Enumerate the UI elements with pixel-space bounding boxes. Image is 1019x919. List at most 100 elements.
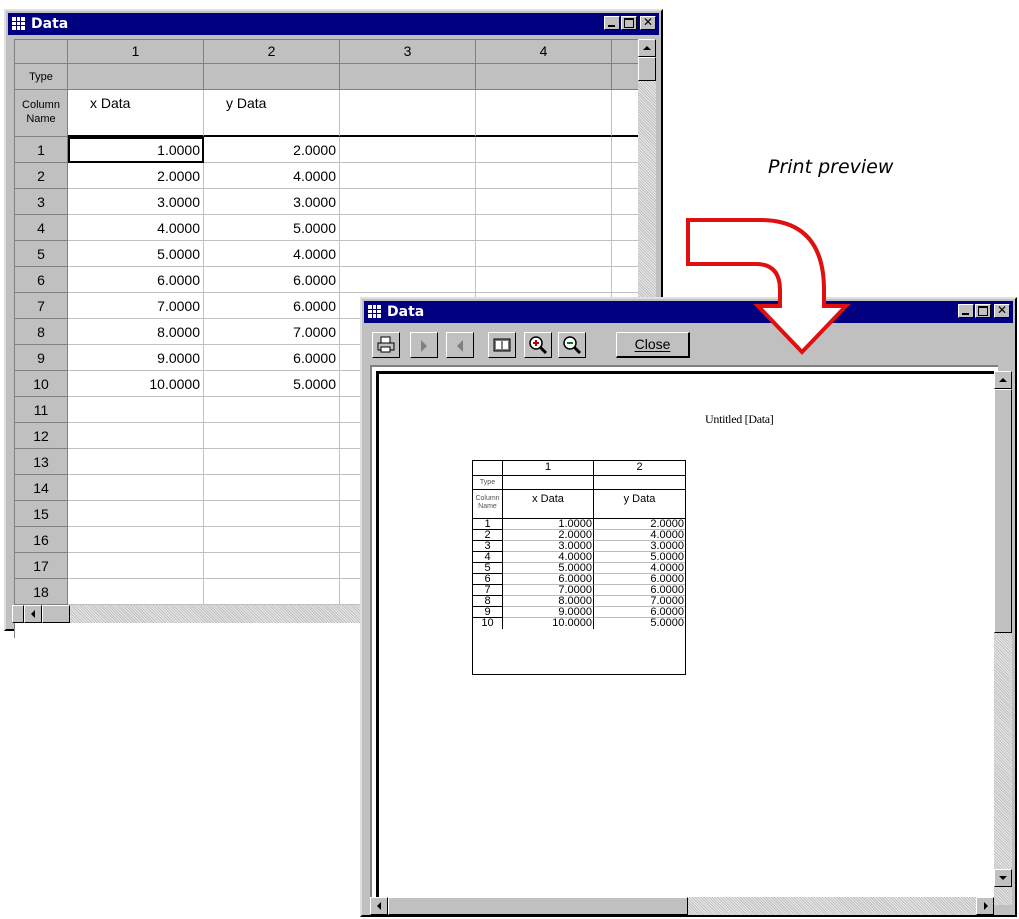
preview-scroll-up-button[interactable] <box>994 371 1012 389</box>
y-data-cell[interactable]: 6.0000 <box>204 293 340 319</box>
preview-vertical-scrollbar[interactable] <box>994 371 1012 905</box>
grid-cell[interactable] <box>476 189 612 215</box>
row-header[interactable]: 12 <box>15 423 68 449</box>
row-header[interactable]: 10 <box>15 371 68 397</box>
minimize-button[interactable] <box>604 16 620 30</box>
preview-scroll-left-button[interactable] <box>370 897 388 915</box>
grid-cell[interactable] <box>68 397 204 423</box>
horizontal-scroll-thumb[interactable] <box>12 605 24 623</box>
column-header-4[interactable]: 4 <box>476 40 612 64</box>
preview-scroll-right-button[interactable] <box>976 897 994 915</box>
two-page-button[interactable] <box>488 332 516 358</box>
grid-cell[interactable] <box>340 267 476 293</box>
preview-window-titlebar[interactable]: Data ✕ <box>364 301 1013 323</box>
grid-cell[interactable] <box>68 475 204 501</box>
grid-corner[interactable] <box>15 40 68 64</box>
grid-cell[interactable] <box>612 137 641 163</box>
y-data-cell[interactable]: 3.0000 <box>204 189 340 215</box>
previous-page-button[interactable] <box>446 332 474 358</box>
grid-cell[interactable] <box>476 241 612 267</box>
close-preview-button[interactable]: Close <box>616 332 690 358</box>
grid-cell[interactable] <box>340 215 476 241</box>
grid-cell[interactable] <box>68 423 204 449</box>
row-header[interactable]: 18 <box>15 579 68 605</box>
maximize-button[interactable] <box>621 16 637 30</box>
row-header[interactable]: 15 <box>15 501 68 527</box>
scroll-left-button[interactable] <box>24 605 42 623</box>
column-header-1[interactable]: 1 <box>68 40 204 64</box>
x-data-cell[interactable]: 2.0000 <box>68 163 204 189</box>
grid-cell[interactable] <box>476 137 612 163</box>
type-cell-1[interactable] <box>68 64 204 90</box>
y-data-cell[interactable]: 6.0000 <box>204 267 340 293</box>
grid-cell[interactable] <box>612 189 641 215</box>
print-button[interactable] <box>372 332 400 358</box>
column-header-5[interactable] <box>612 40 641 64</box>
y-data-cell[interactable]: 5.0000 <box>204 371 340 397</box>
grid-cell[interactable] <box>612 241 641 267</box>
x-data-cell[interactable]: 3.0000 <box>68 189 204 215</box>
row-header[interactable]: 17 <box>15 553 68 579</box>
preview-maximize-button[interactable] <box>975 304 991 318</box>
grid-cell[interactable] <box>340 137 476 163</box>
data-window-titlebar[interactable]: Data ✕ <box>8 13 659 35</box>
scroll-up-button[interactable] <box>638 39 656 57</box>
y-data-cell[interactable]: 2.0000 <box>204 137 340 163</box>
x-data-cell[interactable]: 1.0000 <box>68 137 204 163</box>
row-header[interactable]: 16 <box>15 527 68 553</box>
type-cell-2[interactable] <box>204 64 340 90</box>
grid-cell[interactable] <box>68 501 204 527</box>
preview-horizontal-scrollbar[interactable] <box>370 897 994 915</box>
grid-cell[interactable] <box>612 163 641 189</box>
grid-cell[interactable] <box>204 501 340 527</box>
close-window-button[interactable]: ✕ <box>640 15 656 30</box>
y-data-cell[interactable]: 4.0000 <box>204 163 340 189</box>
row-header[interactable]: 2 <box>15 163 68 189</box>
grid-cell[interactable] <box>612 267 641 293</box>
row-header[interactable]: 7 <box>15 293 68 319</box>
zoom-out-button[interactable] <box>558 332 586 358</box>
x-data-cell[interactable]: 4.0000 <box>68 215 204 241</box>
column-name-cell-1[interactable]: x Data <box>68 90 204 137</box>
grid-cell[interactable] <box>340 189 476 215</box>
y-data-cell[interactable]: 7.0000 <box>204 319 340 345</box>
vertical-scroll-thumb[interactable] <box>638 57 656 81</box>
row-header[interactable]: 14 <box>15 475 68 501</box>
grid-cell[interactable] <box>204 553 340 579</box>
preview-scroll-down-button[interactable] <box>994 869 1012 887</box>
row-header[interactable]: 11 <box>15 397 68 423</box>
x-data-cell[interactable]: 7.0000 <box>68 293 204 319</box>
row-header[interactable]: 8 <box>15 319 68 345</box>
preview-horizontal-scroll-thumb[interactable] <box>388 897 688 915</box>
grid-cell[interactable] <box>204 449 340 475</box>
row-header[interactable]: 3 <box>15 189 68 215</box>
grid-cell[interactable] <box>204 397 340 423</box>
horizontal-scroll-thumb-2[interactable] <box>42 605 70 623</box>
y-data-cell[interactable]: 6.0000 <box>204 345 340 371</box>
column-name-cell-2[interactable]: y Data <box>204 90 340 137</box>
x-data-cell[interactable]: 6.0000 <box>68 267 204 293</box>
y-data-cell[interactable]: 4.0000 <box>204 241 340 267</box>
grid-cell[interactable] <box>204 527 340 553</box>
row-header[interactable]: 6 <box>15 267 68 293</box>
row-header[interactable]: 5 <box>15 241 68 267</box>
grid-cell[interactable] <box>340 241 476 267</box>
next-page-button[interactable] <box>410 332 438 358</box>
grid-cell[interactable] <box>204 579 340 605</box>
grid-cell[interactable] <box>476 215 612 241</box>
type-cell-4[interactable] <box>476 64 612 90</box>
row-header[interactable]: 1 <box>15 137 68 163</box>
column-name-cell-3[interactable] <box>340 90 476 137</box>
column-header-3[interactable]: 3 <box>340 40 476 64</box>
type-cell-5[interactable] <box>612 64 641 90</box>
zoom-in-button[interactable] <box>524 332 552 358</box>
column-name-cell-4[interactable] <box>476 90 612 137</box>
grid-cell[interactable] <box>204 423 340 449</box>
type-cell-3[interactable] <box>340 64 476 90</box>
row-header[interactable]: 4 <box>15 215 68 241</box>
column-header-2[interactable]: 2 <box>204 40 340 64</box>
preview-minimize-button[interactable] <box>958 304 974 318</box>
preview-close-window-button[interactable]: ✕ <box>994 303 1010 318</box>
x-data-cell[interactable]: 9.0000 <box>68 345 204 371</box>
grid-cell[interactable] <box>476 163 612 189</box>
